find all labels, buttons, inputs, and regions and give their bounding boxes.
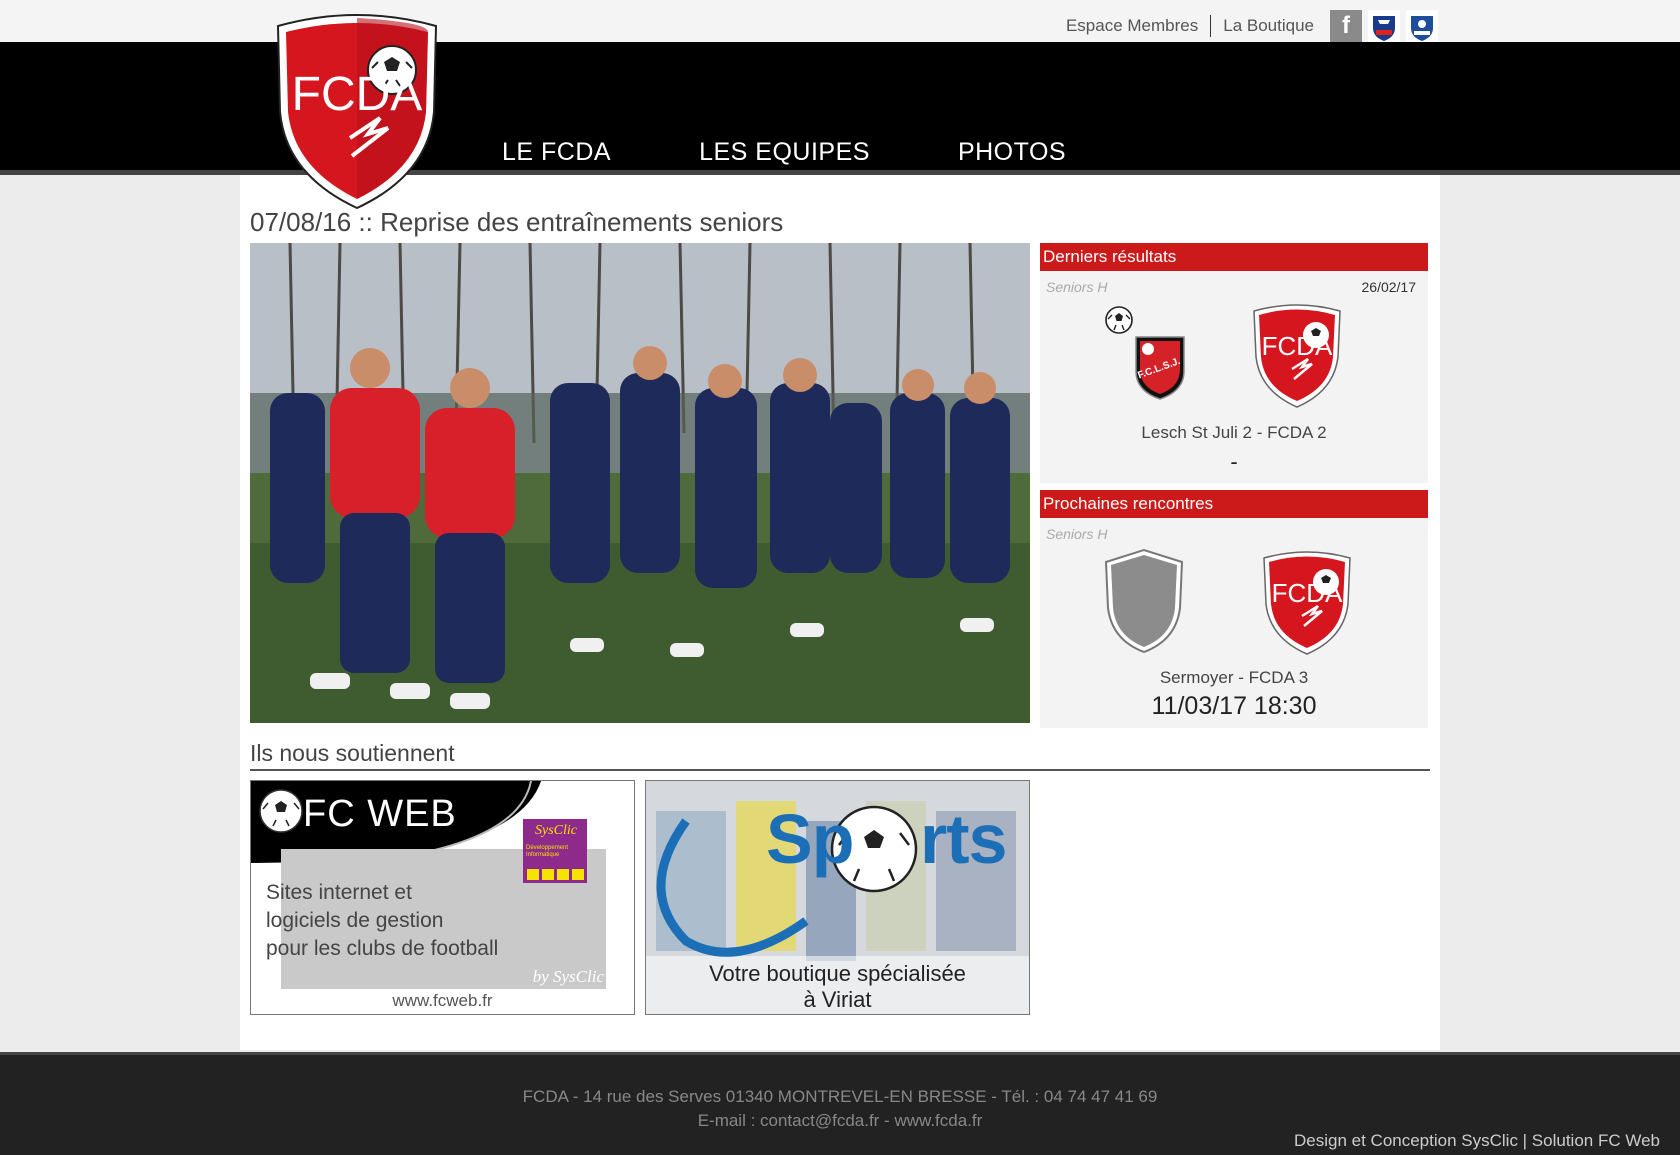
fcda-badge-svg: FCDA — [1253, 304, 1341, 408]
fcweb-line1: Sites internet et — [266, 881, 412, 904]
sysclic-badge: SysClic — [535, 823, 577, 838]
fcda-badge-text: FCDA — [1262, 331, 1333, 361]
nav-item-le-fcda[interactable]: LE FCDA — [502, 138, 611, 167]
crest-text: FCDA — [292, 68, 423, 121]
last-results-heading[interactable]: Derniers résultats — [1040, 243, 1428, 271]
lfa-logo-svg — [1406, 10, 1438, 42]
top-links: Espace Membres La Boutique f — [1054, 10, 1438, 42]
top-bar: Espace Membres La Boutique f — [0, 0, 1680, 42]
fclsj-badge-svg: F.C.L.S.J. — [1135, 336, 1185, 400]
upcoming-matches-widget: Prochaines rencontres Seniors H FCDA Ser… — [1040, 490, 1428, 728]
nav-item-les-equipes[interactable]: LES EQUIPES — [699, 138, 870, 167]
footer: FCDA - 14 rue des Serves 01340 MONTREVEL… — [0, 1052, 1680, 1155]
footer-credit[interactable]: Design et Conception SysClic | Solution … — [1294, 1131, 1660, 1151]
fcweb-line2: logiciels de gestion — [266, 909, 444, 932]
home-team-badge-fcda[interactable]: FCDA — [1260, 548, 1354, 661]
results-match[interactable]: Lesch St Juli 2 - FCDA 2 — [1040, 423, 1428, 443]
fcweb-url[interactable]: www.fcweb.fr — [251, 991, 634, 1011]
footer-address: FCDA - 14 rue des Serves 01340 MONTREVEL… — [522, 1087, 1158, 1106]
csports-brand-right: rts — [920, 800, 1007, 878]
fcda-badge-svg-2: FCDA — [1263, 551, 1351, 655]
results-date: 26/02/17 — [1361, 279, 1417, 295]
last-results-widget: Derniers résultats Seniors H 26/02/17 F.… — [1040, 243, 1428, 483]
fff-logo-svg — [1368, 10, 1400, 42]
home-team-badge[interactable]: F.C.L.S.J. — [1132, 331, 1188, 406]
opponent-placeholder-badge[interactable] — [1102, 548, 1186, 659]
csports-brand-left: Sp — [766, 800, 854, 878]
facebook-icon[interactable]: f — [1330, 10, 1362, 42]
sysclic-badge-sub: Développement Informatique — [526, 845, 569, 858]
results-score: - — [1230, 449, 1238, 474]
shield-placeholder-svg — [1104, 548, 1184, 654]
training-photo-svg — [250, 243, 1030, 723]
shop-link[interactable]: La Boutique — [1211, 16, 1326, 36]
fcweb-line3: pour les clubs de football — [266, 937, 499, 960]
lfa-league-icon[interactable] — [1406, 10, 1438, 42]
article-title[interactable]: 07/08/16 :: Reprise des entraînements se… — [250, 207, 783, 238]
sponsors-heading: Ils nous soutiennent — [250, 740, 1430, 771]
upcoming-match[interactable]: Sermoyer - FCDA 3 — [1040, 668, 1428, 688]
article-photo[interactable] — [250, 243, 1030, 723]
fcweb-brand: FC WEB — [303, 793, 457, 835]
nav-item-photos[interactable]: PHOTOS — [958, 138, 1066, 167]
upcoming-competition: Seniors H — [1046, 526, 1108, 542]
fcweb-by: by SysClic — [532, 967, 604, 986]
upcoming-datetime: 11/03/17 18:30 — [1151, 692, 1317, 720]
sponsor-fcweb[interactable]: FC WEB SysClic Développement Informatiqu… — [250, 780, 635, 1015]
social-links: f — [1330, 10, 1438, 42]
ball-icon — [1104, 305, 1134, 340]
facebook-glyph: f — [1342, 12, 1350, 39]
main-content: 07/08/16 :: Reprise des entraînements se… — [240, 175, 1440, 1050]
away-team-badge-fcda[interactable]: FCDA — [1250, 301, 1344, 414]
sponsor-csports[interactable]: Sp rts Votre boutique spécialisée à Viri… — [645, 780, 1030, 1015]
fcda-crest-svg: FCDA — [276, 14, 438, 210]
csports-line1: Votre boutique spécialisée — [709, 961, 966, 986]
upcoming-heading[interactable]: Prochaines rencontres — [1040, 490, 1428, 518]
club-logo[interactable]: FCDA — [272, 10, 442, 210]
ball-icon-svg — [1105, 306, 1133, 334]
csports-line2: à Viriat — [803, 987, 872, 1012]
members-area-link[interactable]: Espace Membres — [1054, 16, 1210, 36]
main-nav: LE FCDA LES EQUIPES PHOTOS — [502, 138, 1154, 167]
results-competition: Seniors H — [1046, 279, 1108, 295]
fcda-badge-text-2: FCDA — [1272, 578, 1343, 608]
fff-federation-icon[interactable] — [1368, 10, 1400, 42]
footer-email[interactable]: E-mail : contact@fcda.fr - www.fcda.fr — [0, 1111, 1680, 1131]
